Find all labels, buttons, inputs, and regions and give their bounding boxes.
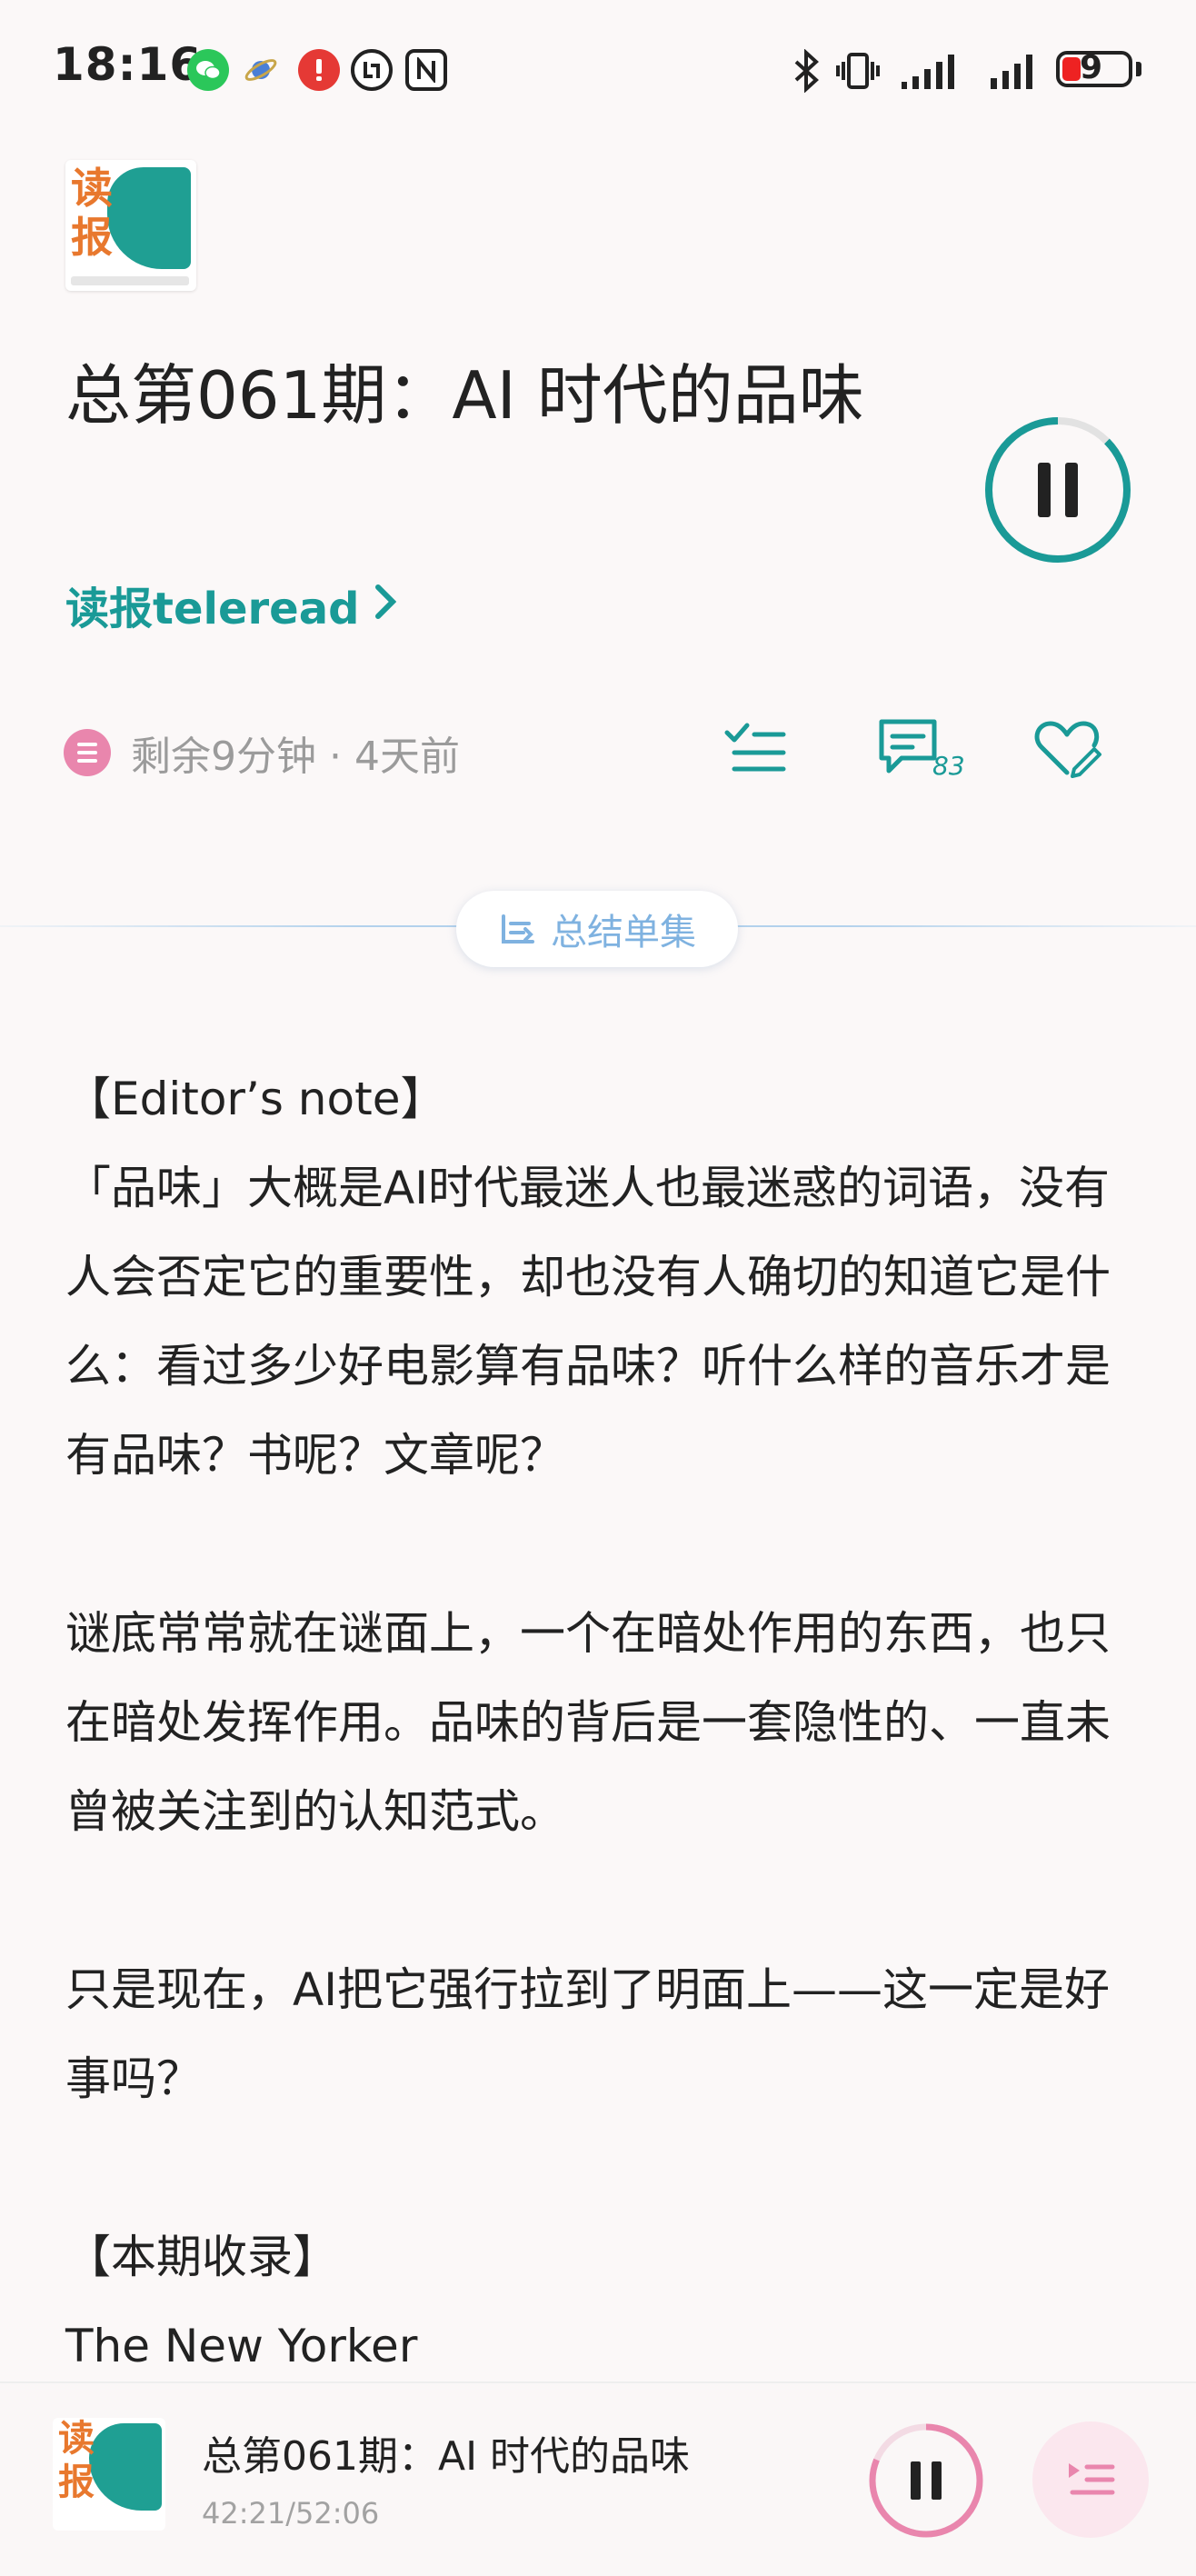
article-paragraph: 「品味」大概是AI时代最迷人也最迷惑的词语，没有人会否定它的重要性，却也没有人确… — [65, 1162, 1111, 1482]
vpn-icon — [351, 49, 393, 91]
summary-icon — [502, 914, 534, 944]
mini-player-title: 总第061期：AI 时代的品味 — [202, 2433, 691, 2480]
alert-icon — [298, 49, 340, 91]
signal-icon-2 — [991, 55, 1032, 89]
mini-player-cover: 读 报 — [53, 2418, 165, 2531]
list-icon — [64, 729, 111, 776]
nfc-icon — [405, 49, 447, 91]
app-icon — [240, 49, 282, 91]
article-paragraph: 谜底常常就在谜面上，一个在暗处作用的东西，也只在暗处发挥作用。品味的背后是一套隐… — [65, 1607, 1111, 1838]
episode-title: 总第061期：AI 时代的品味 — [65, 357, 864, 434]
meta-row: 剩余9分钟 · 4天前 — [64, 724, 460, 782]
author-link[interactable]: 读报teleread — [65, 573, 396, 636]
cover-text-2: 报 — [71, 213, 113, 262]
author-name: 读报teleread — [65, 584, 360, 634]
queue-button[interactable] — [1032, 2421, 1149, 2538]
battery-level: 9 — [1080, 49, 1103, 86]
playlist-check-icon[interactable] — [720, 713, 792, 785]
episode-meta: 剩余9分钟 · 4天前 — [131, 734, 460, 780]
summary-episode-button[interactable]: 总结单集 — [456, 891, 738, 967]
summary-label: 总结单集 — [551, 912, 696, 954]
bluetooth-icon — [794, 49, 819, 93]
pause-button[interactable] — [983, 415, 1132, 564]
article-heading: 【本期收录】 — [65, 2231, 338, 2283]
article-paragraph: 只是现在，AI把它强行拉到了明面上——这一定是好事吗？ — [65, 1963, 1110, 2105]
signal-icon — [902, 55, 954, 89]
mini-player-time: 42:21/52:06 — [202, 2496, 380, 2531]
chevron-right-icon — [374, 577, 396, 632]
article-heading: 【Editor’s note】 — [65, 1073, 446, 1125]
podcast-cover[interactable]: 读 报 — [65, 160, 196, 291]
queue-icon — [1069, 2463, 1115, 2495]
heart-edit-icon[interactable] — [1031, 713, 1103, 785]
cover-text-1: 读 — [71, 164, 113, 213]
mini-pause-button[interactable] — [867, 2421, 985, 2540]
comment-count: 83 — [932, 751, 965, 781]
article-body: 【Editor’s note】 「品味」大概是AI时代最迷人也最迷惑的词语，没有… — [65, 1054, 1138, 2391]
status-time: 18:16 — [53, 38, 203, 91]
status-bar: 18:16 9 — [0, 0, 1196, 136]
pause-icon — [1038, 463, 1051, 517]
vibrate-icon — [836, 53, 880, 89]
article-paragraph: The New Yorker — [65, 2320, 418, 2372]
pause-icon — [911, 2461, 921, 2500]
battery-icon: 9 — [1056, 49, 1132, 87]
mini-player[interactable]: 读 报 总第061期：AI 时代的品味 42:21/52:06 — [0, 2381, 1196, 2576]
wechat-icon — [187, 49, 229, 91]
